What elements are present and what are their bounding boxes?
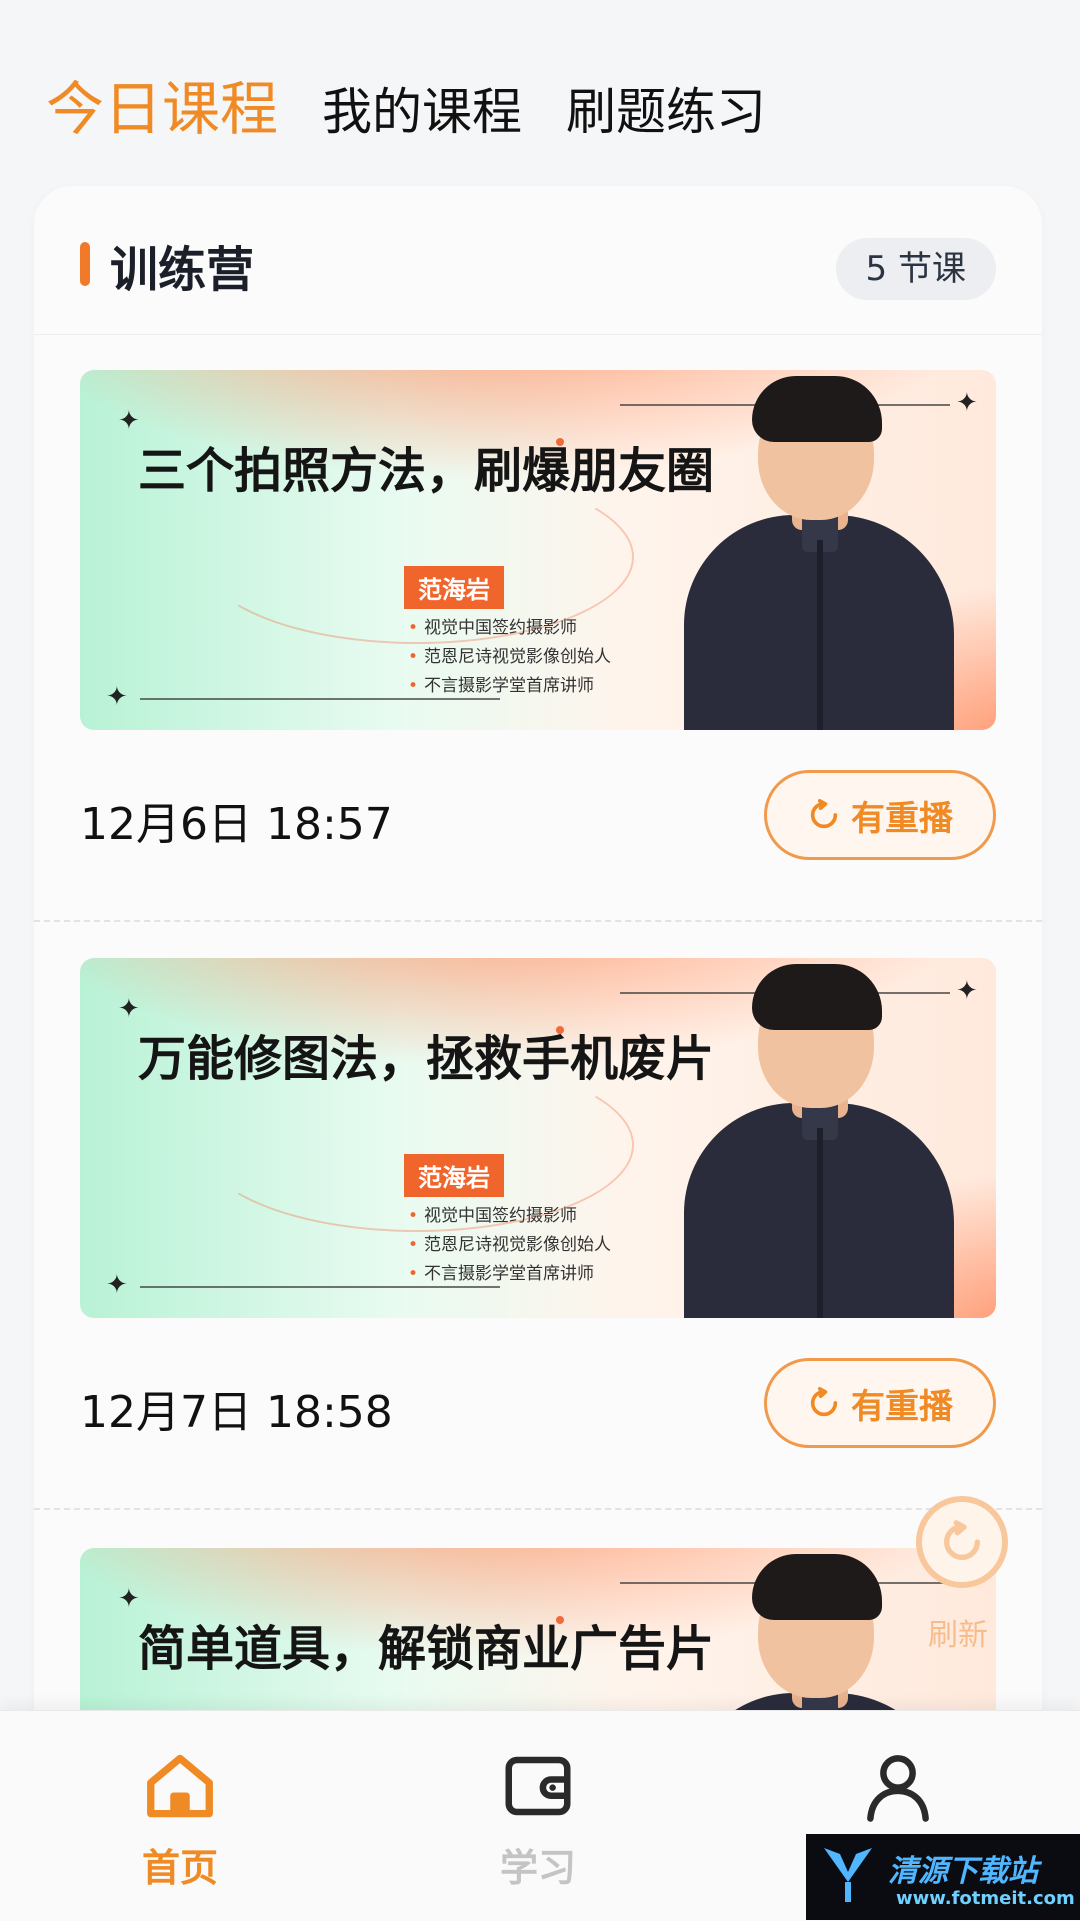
card-header: 训练营 5 节课 [34, 186, 1042, 335]
watermark-url: www.fotmeit.com [896, 1888, 1075, 1909]
instructor-photo [684, 370, 954, 730]
nav-home[interactable]: 首页 [80, 1747, 280, 1892]
tab-practice[interactable]: 刷题练习 [566, 72, 766, 144]
replay-label: 有重播 [851, 798, 953, 839]
sparkle-icon: ✦ [118, 1584, 140, 1614]
lesson-count-badge: 5 节课 [835, 238, 996, 300]
title-accent-bar [80, 242, 90, 286]
watermark-logo-icon [824, 1848, 872, 1902]
banner-title: 简单道具，解锁商业广告片 [138, 1621, 715, 1677]
sparkle-icon: ✦ [118, 994, 140, 1024]
refresh-button[interactable] [916, 1496, 1008, 1588]
instructor-credentials: 视觉中国签约摄影师 范恩尼诗视觉影像创始人 不言摄影学堂首席讲师 [408, 1202, 611, 1289]
user-icon [867, 1755, 929, 1822]
sparkle-icon: ✦ [118, 406, 140, 436]
instructor-name-tag: 范海岩 [404, 566, 504, 609]
instructor-name-tag: 范海岩 [404, 1154, 504, 1197]
divider [34, 920, 1042, 922]
tab-my-courses[interactable]: 我的课程 [322, 72, 522, 144]
instructor-photo [684, 958, 954, 1318]
section-title: 训练营 [110, 242, 255, 298]
sparkle-icon: ✦ [106, 682, 128, 712]
nav-profile[interactable] [798, 1747, 998, 1837]
tab-today-courses[interactable]: 今日课程 [46, 62, 278, 146]
lesson-datetime: 12月7日 18:58 [80, 1387, 393, 1438]
lesson-banner[interactable]: ✦ ✦ ✦ 三个拍照方法，刷爆朋友圈 范海岩 视觉中国签约摄影师 范恩尼诗视觉影… [80, 370, 996, 730]
divider [34, 1508, 1042, 1510]
banner-title: 万能修图法，拯救手机废片 [138, 1031, 715, 1087]
nav-study[interactable]: 学习 [438, 1747, 638, 1892]
lesson-datetime: 12月6日 18:57 [80, 799, 393, 850]
credential-item: 视觉中国签约摄影师 [408, 614, 611, 643]
lesson-item[interactable]: ✦ ✦ ✦ 三个拍照方法，刷爆朋友圈 范海岩 视觉中国签约摄影师 范恩尼诗视觉影… [80, 370, 996, 880]
nav-home-label: 首页 [141, 1846, 218, 1890]
replay-label: 有重播 [851, 1386, 953, 1427]
credential-item: 视觉中国签约摄影师 [408, 1202, 611, 1231]
sparkle-icon: ✦ [956, 976, 978, 1006]
banner-title: 三个拍照方法，刷爆朋友圈 [138, 443, 715, 499]
credential-item: 范恩尼诗视觉影像创始人 [408, 643, 611, 672]
replay-icon [810, 1386, 838, 1417]
credential-item: 不言摄影学堂首席讲师 [408, 672, 611, 701]
sparkle-icon: ✦ [106, 1270, 128, 1300]
site-watermark: 清源下载站 www.fotmeit.com [806, 1834, 1080, 1920]
refresh-icon [944, 1520, 981, 1560]
lesson-banner[interactable]: ✦ ✦ ✦ 万能修图法，拯救手机废片 范海岩 视觉中国签约摄影师 范恩尼诗视觉影… [80, 958, 996, 1318]
lesson-item[interactable]: ✦ ✦ ✦ 万能修图法，拯救手机废片 范海岩 视觉中国签约摄影师 范恩尼诗视觉影… [80, 958, 996, 1468]
home-icon [147, 1754, 213, 1818]
training-camp-card: 训练营 5 节课 ✦ ✦ ✦ 三个拍照方法，刷爆朋友圈 范海岩 视觉中国签约摄影… [34, 186, 1042, 1746]
sparkle-icon: ✦ [956, 388, 978, 418]
instructor-credentials: 视觉中国签约摄影师 范恩尼诗视觉影像创始人 不言摄影学堂首席讲师 [408, 614, 611, 701]
top-tab-bar: 今日课程 我的课程 刷题练习 [46, 62, 766, 146]
credential-item: 范恩尼诗视觉影像创始人 [408, 1231, 611, 1260]
watermark-text: 清源下载站 [888, 1854, 1038, 1889]
refresh-label[interactable]: 刷新 [928, 1610, 988, 1654]
replay-button[interactable]: 有重播 [764, 1358, 996, 1448]
nav-study-label: 学习 [499, 1846, 576, 1890]
wallet-icon [505, 1756, 571, 1816]
replay-button[interactable]: 有重播 [764, 770, 996, 860]
replay-icon [810, 798, 838, 829]
credential-item: 不言摄影学堂首席讲师 [408, 1260, 611, 1289]
